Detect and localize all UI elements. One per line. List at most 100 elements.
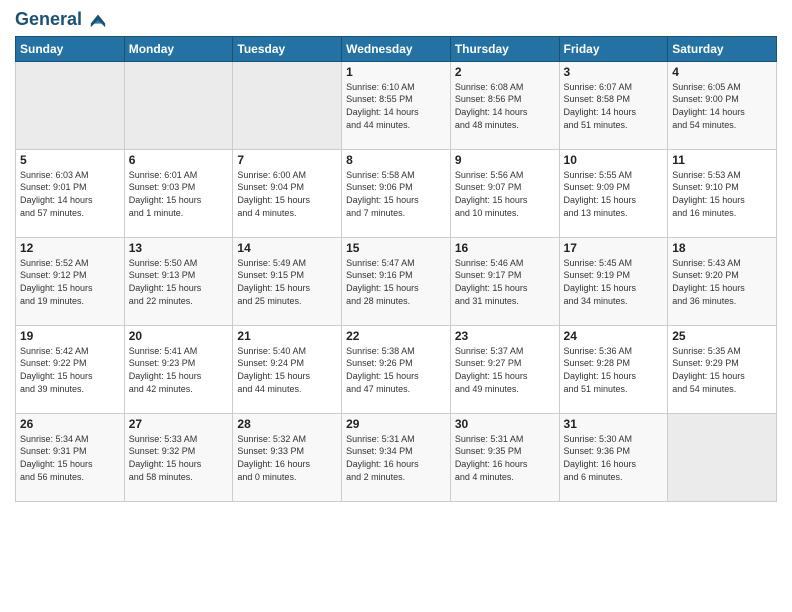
logo-text: General	[15, 10, 107, 30]
day-number: 16	[455, 241, 555, 255]
day-number: 8	[346, 153, 446, 167]
day-cell: 14 Sunrise: 5:49 AM Sunset: 9:15 PM Dayli…	[233, 237, 342, 325]
week-row-2: 5Sunrise: 6:03 AM Sunset: 9:01 PM Daylig…	[16, 149, 777, 237]
logo-icon	[89, 11, 107, 29]
day-number: 2	[455, 65, 555, 79]
header-day-thursday: Thursday	[450, 36, 559, 61]
day-info: Sunrise: 6:01 AM Sunset: 9:03 PM Dayligh…	[129, 169, 229, 219]
day-cell: 12Sunrise: 5:52 AM Sunset: 9:12 PM Dayli…	[16, 237, 125, 325]
day-cell: 1 Sunrise: 6:10 AM Sunset: 8:55 PM Daylig…	[342, 61, 451, 149]
day-number: 11	[672, 153, 772, 167]
day-number: 19	[20, 329, 120, 343]
header-row: General	[15, 10, 777, 30]
day-info: Sunrise: 5:31 AM Sunset: 9:35 PM Dayligh…	[455, 433, 555, 483]
day-info: Sunrise: 5:47 AM Sunset: 9:16 PM Dayligh…	[346, 257, 446, 307]
day-number: 4	[672, 65, 772, 79]
day-info: Sunrise: 5:31 AM Sunset: 9:34 PM Dayligh…	[346, 433, 446, 483]
day-info: Sunrise: 6:00 AM Sunset: 9:04 PM Dayligh…	[237, 169, 337, 219]
header-day-friday: Friday	[559, 36, 668, 61]
day-cell: 21 Sunrise: 5:40 AM Sunset: 9:24 PM Dayli…	[233, 325, 342, 413]
day-number: 10	[564, 153, 664, 167]
day-number: 21	[237, 329, 337, 343]
day-cell: 4 Sunrise: 6:05 AM Sunset: 9:00 PM Daylig…	[668, 61, 777, 149]
day-number: 26	[20, 417, 120, 431]
day-number: 3	[564, 65, 664, 79]
day-info: Sunrise: 5:43 AM Sunset: 9:20 PM Dayligh…	[672, 257, 772, 307]
logo-general: General	[15, 9, 82, 29]
day-info: Sunrise: 5:53 AM Sunset: 9:10 PM Dayligh…	[672, 169, 772, 219]
day-number: 13	[129, 241, 229, 255]
day-cell: 23 Sunrise: 5:37 AM Sunset: 9:27 PM Dayli…	[450, 325, 559, 413]
day-number: 31	[564, 417, 664, 431]
day-cell	[668, 413, 777, 501]
day-info: Sunrise: 5:56 AM Sunset: 9:07 PM Dayligh…	[455, 169, 555, 219]
day-info: Sunrise: 5:42 AM Sunset: 9:22 PM Dayligh…	[20, 345, 120, 395]
day-info: Sunrise: 6:08 AM Sunset: 8:56 PM Dayligh…	[455, 81, 555, 131]
day-cell: 26 Sunrise: 5:34 AM Sunset: 9:31 PM Dayli…	[16, 413, 125, 501]
day-number: 23	[455, 329, 555, 343]
week-row-1: 1 Sunrise: 6:10 AM Sunset: 8:55 PM Daylig…	[16, 61, 777, 149]
day-number: 24	[564, 329, 664, 343]
day-number: 6	[129, 153, 229, 167]
day-info: Sunrise: 5:50 AM Sunset: 9:13 PM Dayligh…	[129, 257, 229, 307]
day-cell: 9Sunrise: 5:56 AM Sunset: 9:07 PM Daylig…	[450, 149, 559, 237]
day-number: 5	[20, 153, 120, 167]
day-cell: 16Sunrise: 5:46 AM Sunset: 9:17 PM Dayli…	[450, 237, 559, 325]
day-cell: 31 Sunrise: 5:30 AM Sunset: 9:36 PM Dayli…	[559, 413, 668, 501]
day-cell: 22Sunrise: 5:38 AM Sunset: 9:26 PM Dayli…	[342, 325, 451, 413]
day-cell: 20Sunrise: 5:41 AM Sunset: 9:23 PM Dayli…	[124, 325, 233, 413]
day-cell: 7 Sunrise: 6:00 AM Sunset: 9:04 PM Daylig…	[233, 149, 342, 237]
day-cell: 24 Sunrise: 5:36 AM Sunset: 9:28 PM Dayli…	[559, 325, 668, 413]
day-info: Sunrise: 5:49 AM Sunset: 9:15 PM Dayligh…	[237, 257, 337, 307]
day-info: Sunrise: 5:30 AM Sunset: 9:36 PM Dayligh…	[564, 433, 664, 483]
day-info: Sunrise: 6:07 AM Sunset: 8:58 PM Dayligh…	[564, 81, 664, 131]
day-cell	[124, 61, 233, 149]
day-number: 20	[129, 329, 229, 343]
day-number: 29	[346, 417, 446, 431]
week-row-3: 12Sunrise: 5:52 AM Sunset: 9:12 PM Dayli…	[16, 237, 777, 325]
day-info: Sunrise: 5:36 AM Sunset: 9:28 PM Dayligh…	[564, 345, 664, 395]
day-number: 27	[129, 417, 229, 431]
day-number: 18	[672, 241, 772, 255]
day-number: 1	[346, 65, 446, 79]
calendar-body: 1 Sunrise: 6:10 AM Sunset: 8:55 PM Daylig…	[16, 61, 777, 501]
day-cell: 10Sunrise: 5:55 AM Sunset: 9:09 PM Dayli…	[559, 149, 668, 237]
header-day-saturday: Saturday	[668, 36, 777, 61]
day-number: 17	[564, 241, 664, 255]
day-cell: 27Sunrise: 5:33 AM Sunset: 9:32 PM Dayli…	[124, 413, 233, 501]
day-info: Sunrise: 5:32 AM Sunset: 9:33 PM Dayligh…	[237, 433, 337, 483]
day-number: 25	[672, 329, 772, 343]
day-cell: 28 Sunrise: 5:32 AM Sunset: 9:33 PM Dayli…	[233, 413, 342, 501]
week-row-4: 19 Sunrise: 5:42 AM Sunset: 9:22 PM Dayli…	[16, 325, 777, 413]
day-cell	[16, 61, 125, 149]
logo: General	[15, 10, 107, 30]
calendar-table: SundayMondayTuesdayWednesdayThursdayFrid…	[15, 36, 777, 502]
day-cell: 18 Sunrise: 5:43 AM Sunset: 9:20 PM Dayli…	[668, 237, 777, 325]
day-number: 7	[237, 153, 337, 167]
day-cell: 3 Sunrise: 6:07 AM Sunset: 8:58 PM Daylig…	[559, 61, 668, 149]
header-day-sunday: Sunday	[16, 36, 125, 61]
day-cell: 19 Sunrise: 5:42 AM Sunset: 9:22 PM Dayli…	[16, 325, 125, 413]
day-info: Sunrise: 6:10 AM Sunset: 8:55 PM Dayligh…	[346, 81, 446, 131]
day-cell: 17Sunrise: 5:45 AM Sunset: 9:19 PM Dayli…	[559, 237, 668, 325]
day-info: Sunrise: 5:52 AM Sunset: 9:12 PM Dayligh…	[20, 257, 120, 307]
day-cell: 30 Sunrise: 5:31 AM Sunset: 9:35 PM Dayli…	[450, 413, 559, 501]
calendar-container: General SundayMondayTuesdayWednesdayThur…	[0, 0, 792, 512]
day-info: Sunrise: 5:37 AM Sunset: 9:27 PM Dayligh…	[455, 345, 555, 395]
day-number: 15	[346, 241, 446, 255]
header-day-tuesday: Tuesday	[233, 36, 342, 61]
day-info: Sunrise: 5:34 AM Sunset: 9:31 PM Dayligh…	[20, 433, 120, 483]
day-cell: 8Sunrise: 5:58 AM Sunset: 9:06 PM Daylig…	[342, 149, 451, 237]
day-number: 14	[237, 241, 337, 255]
day-number: 30	[455, 417, 555, 431]
day-number: 28	[237, 417, 337, 431]
header-day-wednesday: Wednesday	[342, 36, 451, 61]
day-cell: 11 Sunrise: 5:53 AM Sunset: 9:10 PM Dayli…	[668, 149, 777, 237]
day-info: Sunrise: 5:38 AM Sunset: 9:26 PM Dayligh…	[346, 345, 446, 395]
day-cell: 13 Sunrise: 5:50 AM Sunset: 9:13 PM Dayli…	[124, 237, 233, 325]
day-info: Sunrise: 6:05 AM Sunset: 9:00 PM Dayligh…	[672, 81, 772, 131]
day-cell: 2 Sunrise: 6:08 AM Sunset: 8:56 PM Daylig…	[450, 61, 559, 149]
day-cell: 25Sunrise: 5:35 AM Sunset: 9:29 PM Dayli…	[668, 325, 777, 413]
day-info: Sunrise: 5:40 AM Sunset: 9:24 PM Dayligh…	[237, 345, 337, 395]
header-row-days: SundayMondayTuesdayWednesdayThursdayFrid…	[16, 36, 777, 61]
